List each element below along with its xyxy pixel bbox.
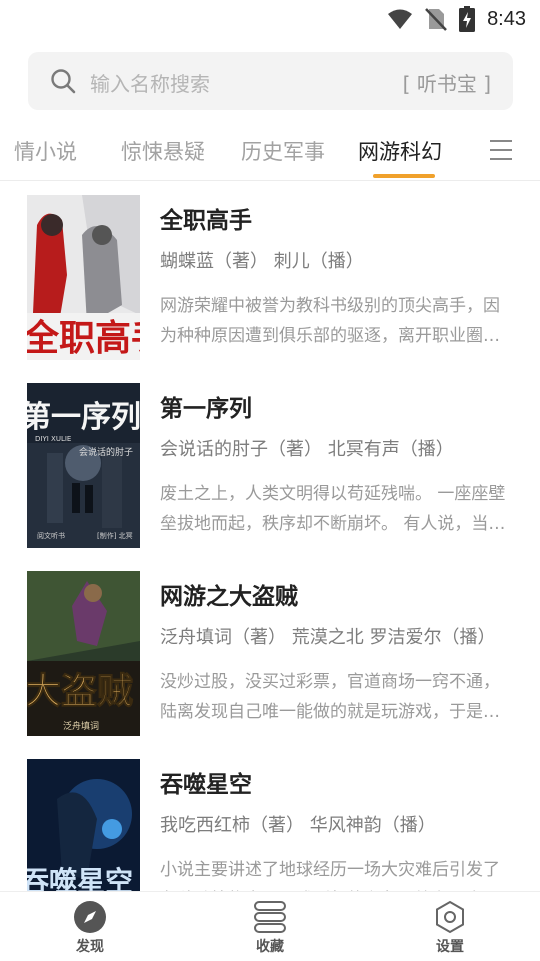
- book-cover[interactable]: 大盗贼 泛舟填词: [27, 571, 140, 736]
- cover-title-text: 全职高手: [27, 317, 140, 359]
- tab-history[interactable]: 历史军事: [241, 136, 325, 166]
- nav-favorites-label: 收藏: [256, 939, 284, 955]
- search-icon[interactable]: [50, 68, 76, 94]
- settings-hexagon-icon: [436, 900, 464, 934]
- book-author: 蝴蝶蓝（著） 刺儿（播）: [160, 251, 364, 272]
- no-sim-icon: [425, 8, 447, 31]
- cover-author-text: 泛舟填词: [63, 720, 99, 732]
- nav-favorites[interactable]: 收藏: [230, 900, 310, 956]
- book-cover[interactable]: 全职高手: [27, 195, 140, 360]
- tab-thriller[interactable]: 惊悚悬疑: [121, 136, 205, 166]
- bottom-navigation: 发现 收藏 设置: [0, 891, 540, 961]
- cover-publisher-text: 阅文听书: [37, 531, 65, 540]
- book-author: 会说话的肘子（著） 北冥有声（播）: [160, 439, 454, 460]
- book-author: 我吃西红柿（著） 华风神韵（播）: [160, 815, 436, 836]
- cover-title-text: 第一序列: [27, 400, 140, 435]
- compass-icon: [74, 901, 106, 933]
- cover-title-text: 大盗贼: [27, 670, 133, 712]
- cover-producer-text: [制作] 北冥: [97, 531, 133, 540]
- battery-charging-icon: [459, 6, 476, 32]
- nav-settings-label: 设置: [436, 939, 464, 955]
- nav-settings[interactable]: 设置: [410, 900, 490, 956]
- book-title[interactable]: 全职高手: [160, 201, 252, 235]
- book-item[interactable]: 大盗贼 泛舟填词 网游之大盗贼 泛舟填词（著） 荒漠之北 罗洁爱尔（播） 没炒过…: [0, 571, 540, 736]
- bookshelf-icon: [254, 901, 286, 933]
- cover-author-text: 会说话的肘子: [79, 446, 133, 458]
- book-cover[interactable]: 第一序列 DIYI XULIE 会说话的肘子 阅文听书 [制作] 北冥: [27, 383, 140, 548]
- book-description: 网游荣耀中被誉为教科书级别的顶尖高手，因为种种原因遭到俱乐部的驱逐，离开职业圈的…: [160, 296, 500, 346]
- nav-discover[interactable]: 发现: [50, 900, 130, 956]
- nav-discover-label: 发现: [76, 939, 104, 955]
- book-title[interactable]: 吞噬星空: [160, 765, 252, 799]
- search-input[interactable]: 输入名称搜索: [90, 68, 210, 97]
- menu-icon[interactable]: [489, 139, 513, 161]
- tab-scifi[interactable]: 网游科幻: [358, 136, 442, 166]
- search-bar[interactable]: 输入名称搜索 [ 听书宝 ]: [28, 52, 513, 110]
- search-source-label[interactable]: [ 听书宝 ]: [403, 68, 491, 97]
- tab-romance[interactable]: 情小说: [14, 136, 77, 166]
- book-title[interactable]: 第一序列: [160, 389, 252, 423]
- status-time: 8:43: [487, 7, 526, 30]
- wifi-icon: [388, 9, 413, 29]
- status-bar: 8:43: [0, 0, 540, 36]
- book-description: 没炒过股，没买过彩票，官道商场一窍不通，陆离发现自己唯一能做的就是玩游戏，于是他…: [160, 672, 500, 722]
- book-description: 废土之上，人类文明得以苟延残喘。 一座座壁垒拔地而起，秩序却不断崩坏。 有人说，…: [160, 484, 506, 534]
- cover-subtitle-text: DIYI XULIE: [35, 435, 71, 443]
- category-tabs: 情小说 惊悚悬疑 历史军事 网游科幻: [0, 126, 540, 181]
- book-item[interactable]: 全职高手 全职高手 蝴蝶蓝（著） 刺儿（播） 网游荣耀中被誉为教科书级别的顶尖高…: [0, 195, 540, 360]
- tab-indicator: [373, 174, 435, 178]
- book-title[interactable]: 网游之大盗贼: [160, 577, 298, 611]
- book-author: 泛舟填词（著） 荒漠之北 罗洁爱尔（播）: [160, 627, 496, 648]
- book-item[interactable]: 第一序列 DIYI XULIE 会说话的肘子 阅文听书 [制作] 北冥 第一序列…: [0, 383, 540, 548]
